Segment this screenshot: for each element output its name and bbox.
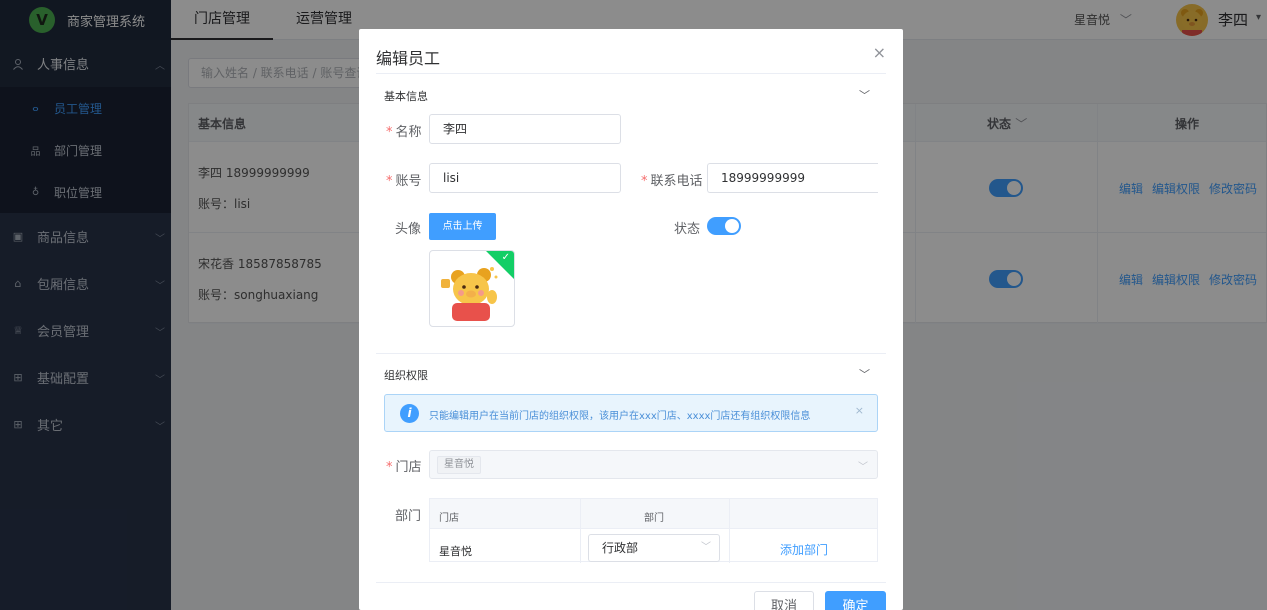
- store-tag: 星音悦: [437, 456, 481, 474]
- info-alert: i 只能编辑用户在当前门店的组织权限，该用户在xxx门店、xxxx门店还有组织权…: [384, 394, 878, 432]
- phone-input[interactable]: 18999999999: [707, 163, 878, 193]
- chevron-down-icon: ﹀: [701, 542, 711, 553]
- store-select: 星音悦 ﹀: [429, 450, 878, 479]
- check-icon: ✓: [501, 252, 510, 263]
- close-icon[interactable]: ×: [873, 43, 886, 62]
- section-basic-info[interactable]: 基本信息: [384, 88, 428, 104]
- column-divider: [580, 499, 581, 563]
- dept-label: 部门: [395, 509, 422, 524]
- section-org-permissions[interactable]: 组织权限: [384, 367, 428, 383]
- dept-row-store: 星音悦: [439, 545, 472, 558]
- dept-select[interactable]: 行政部 ﹀: [588, 534, 720, 562]
- account-input[interactable]: lisi: [429, 163, 621, 193]
- account-label: * 账号: [386, 174, 422, 189]
- column-divider: [729, 499, 730, 563]
- upload-button[interactable]: 点击上传: [429, 213, 496, 240]
- add-dept-link[interactable]: 添加部门: [780, 541, 828, 558]
- store-label: * 门店: [386, 460, 422, 475]
- chevron-down-icon: ﹀: [858, 462, 868, 473]
- chevron-down-icon[interactable]: ﹀: [859, 366, 870, 382]
- divider: [376, 582, 886, 583]
- chevron-down-icon[interactable]: ﹀: [859, 87, 870, 103]
- status-label: 状态: [674, 222, 701, 237]
- avatar-preview[interactable]: ✓: [429, 250, 515, 327]
- name-input[interactable]: 李四: [429, 114, 621, 144]
- dept-table: 门店 部门 星音悦 行政部 ﹀ 添加部门: [429, 498, 878, 563]
- name-label: * 名称: [386, 125, 422, 140]
- alert-text: 只能编辑用户在当前门店的组织权限，该用户在xxx门店、xxxx门店还有组织权限信…: [429, 411, 811, 422]
- divider: [376, 353, 886, 354]
- close-icon[interactable]: ×: [855, 404, 864, 417]
- confirm-button[interactable]: 确定: [825, 591, 886, 610]
- info-icon: i: [400, 404, 419, 423]
- avatar-label: 头像: [395, 222, 422, 237]
- col-store: 门店: [439, 513, 459, 524]
- edit-employee-dialog: 编辑员工 × 基本信息 ﹀ * 名称 李四 * 账号 lisi * 联系电话 1899…: [359, 29, 903, 610]
- status-toggle[interactable]: [707, 217, 741, 235]
- dept-select-value: 行政部: [602, 541, 639, 555]
- col-dept: 部门: [644, 513, 664, 524]
- dialog-title: 编辑员工: [376, 49, 441, 68]
- divider: [376, 73, 886, 74]
- cancel-button[interactable]: 取消: [754, 591, 814, 610]
- phone-label: * 联系电话: [641, 174, 703, 189]
